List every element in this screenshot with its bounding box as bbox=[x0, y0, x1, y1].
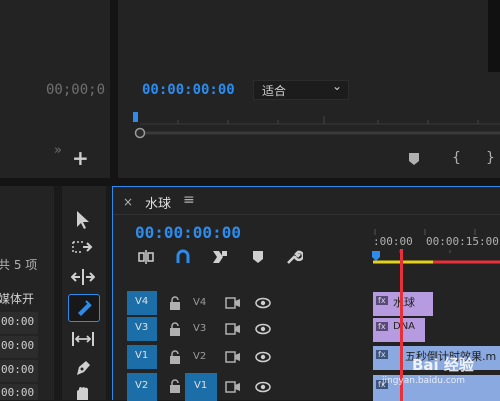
source-patch-v3[interactable]: V3 bbox=[127, 317, 157, 341]
slip-tool-icon[interactable] bbox=[70, 330, 96, 348]
clip-dna[interactable]: fx DNA bbox=[373, 318, 425, 342]
mark-in-icon[interactable]: { bbox=[452, 150, 461, 166]
watermark-main: Bai 经验 bbox=[412, 356, 474, 374]
ripple-edit-tool-icon[interactable] bbox=[71, 268, 95, 286]
source-patch-v4[interactable]: V4 bbox=[127, 291, 157, 315]
item-count: 共 5 项 bbox=[0, 258, 38, 272]
playhead-handle-icon[interactable] bbox=[372, 251, 380, 261]
mark-out-icon[interactable]: } bbox=[486, 150, 495, 166]
source-monitor-panel: 00;00;0 » + bbox=[0, 0, 110, 178]
add-button[interactable]: + bbox=[72, 148, 89, 168]
insert-nest-icon[interactable] bbox=[137, 249, 155, 265]
lock-icon[interactable] bbox=[169, 322, 181, 336]
source-timecode: 00;00;0 bbox=[46, 82, 106, 98]
fit-dropdown-label: 适合 bbox=[262, 84, 287, 98]
source-patch-v2[interactable]: V2 bbox=[127, 373, 157, 401]
lock-icon[interactable] bbox=[169, 350, 181, 364]
project-row-3[interactable]: 00:00 bbox=[0, 384, 38, 400]
chevron-down-icon: ⌄ bbox=[332, 79, 343, 93]
tools-panel bbox=[62, 186, 106, 400]
program-monitor-panel: 00:00:00:00 适合 ⌄ { } bbox=[118, 0, 500, 178]
panel-divider bbox=[110, 0, 118, 186]
program-timecode[interactable]: 00:00:00:00 bbox=[142, 82, 235, 98]
clip-name: 水球 bbox=[393, 296, 415, 309]
wrench-settings-icon[interactable] bbox=[285, 249, 303, 265]
fx-badge: fx bbox=[376, 322, 388, 331]
fx-badge: fx bbox=[376, 296, 388, 305]
hand-tool-icon[interactable] bbox=[74, 386, 92, 400]
media-start-column: 媒体开 bbox=[0, 292, 35, 306]
razor-tool-button[interactable] bbox=[68, 294, 100, 322]
lock-icon[interactable] bbox=[169, 379, 181, 393]
eye-icon[interactable] bbox=[255, 351, 271, 363]
fx-badge: fx bbox=[376, 350, 388, 359]
track-label: V1 bbox=[194, 380, 208, 391]
track-label: V4 bbox=[193, 297, 207, 308]
sync-lock-icon[interactable] bbox=[225, 351, 241, 363]
expand-button[interactable]: » bbox=[54, 143, 62, 158]
track-label: V2 bbox=[193, 351, 207, 362]
source-patch-label: V4 bbox=[135, 296, 149, 307]
clip-name: DNA bbox=[393, 321, 416, 332]
source-patch-label: V1 bbox=[135, 350, 149, 361]
clip-water-ball[interactable]: fx 水球 bbox=[373, 292, 433, 316]
project-row-2[interactable]: 00:00 bbox=[0, 360, 38, 382]
linked-selection-icon[interactable] bbox=[211, 249, 229, 265]
track-select-tool-icon[interactable] bbox=[71, 239, 95, 255]
sync-lock-icon[interactable] bbox=[225, 323, 241, 335]
horizontal-divider bbox=[0, 178, 500, 186]
project-panel: 共 5 项 媒体开 00:00 00:00 00:00 00:00 bbox=[0, 186, 54, 400]
sequence-close-button[interactable]: × bbox=[123, 195, 133, 209]
track-v4[interactable]: V4 V4 fx 水球 bbox=[113, 291, 500, 317]
track-target-v1[interactable]: V1 bbox=[185, 373, 217, 401]
program-viewer-area bbox=[488, 0, 500, 72]
sync-lock-icon[interactable] bbox=[225, 297, 241, 309]
project-row-1[interactable]: 00:00 bbox=[0, 336, 38, 358]
pen-tool-icon[interactable] bbox=[74, 359, 92, 377]
media-start-value: 00:00 bbox=[1, 386, 35, 399]
lock-icon[interactable] bbox=[169, 296, 181, 310]
sync-lock-icon[interactable] bbox=[225, 381, 241, 393]
source-patch-label: V3 bbox=[135, 322, 149, 333]
selection-tool-icon[interactable] bbox=[74, 210, 92, 230]
source-patch-label: V2 bbox=[135, 380, 149, 391]
sequence-menu-button[interactable]: ≡ bbox=[183, 192, 195, 208]
project-row-0[interactable]: 00:00 bbox=[0, 312, 38, 334]
sequence-timecode[interactable]: 00:00:00:00 bbox=[135, 223, 241, 242]
watermark-sub: jingyan.baidu.com bbox=[382, 376, 466, 386]
fit-dropdown[interactable]: 适合 ⌄ bbox=[253, 79, 349, 100]
media-start-value: 00:00 bbox=[1, 363, 35, 376]
watermark: Bai 经验 jingyan.baidu.com bbox=[382, 354, 500, 400]
snap-magnet-icon[interactable] bbox=[175, 249, 191, 265]
add-marker-icon[interactable] bbox=[408, 152, 420, 166]
razor-tool-icon bbox=[78, 300, 92, 316]
media-start-value: 00:00 bbox=[1, 339, 35, 352]
eye-icon[interactable] bbox=[255, 381, 271, 393]
eye-icon[interactable] bbox=[255, 323, 271, 335]
track-v3[interactable]: V3 V3 fx DNA bbox=[113, 317, 500, 343]
ruler-ticks bbox=[373, 229, 500, 264]
eye-icon[interactable] bbox=[255, 297, 271, 309]
sequence-tab-title[interactable]: 水球 bbox=[145, 193, 171, 212]
add-marker-icon[interactable] bbox=[252, 250, 264, 264]
track-label: V3 bbox=[193, 323, 207, 334]
time-ruler[interactable]: :00:00 00:00:15:00 bbox=[372, 215, 500, 267]
program-scrub-bar[interactable] bbox=[128, 110, 500, 142]
source-patch-v1[interactable]: V1 bbox=[127, 345, 157, 369]
media-start-value: 00:00 bbox=[1, 315, 35, 328]
